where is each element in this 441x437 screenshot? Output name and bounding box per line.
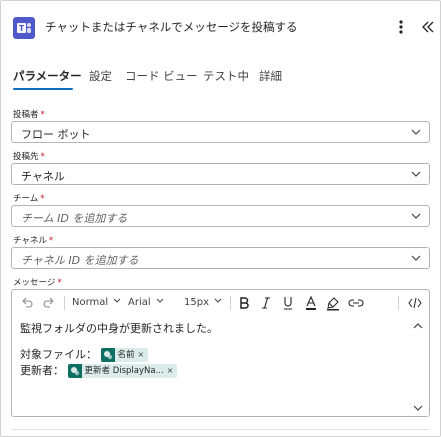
chevron-down-icon bbox=[411, 255, 421, 261]
tab-settings[interactable]: 設定 bbox=[89, 68, 112, 84]
scroll-up-icon[interactable] bbox=[413, 322, 423, 330]
code-view-toggle-button[interactable] bbox=[408, 294, 422, 312]
double-chevron-left-icon bbox=[422, 21, 434, 33]
divider bbox=[11, 429, 430, 430]
more-vertical-icon bbox=[399, 20, 403, 34]
tab-about[interactable]: 詳細 bbox=[259, 68, 282, 84]
dynamic-content-token-name[interactable]: 名前 × bbox=[100, 348, 149, 362]
team-placeholder: チーム ID を追加する bbox=[21, 212, 128, 225]
message-line-3: 更新者： 更新者 DisplayNa... × bbox=[20, 362, 178, 378]
collapse-panel-button[interactable] bbox=[419, 15, 437, 39]
tab-bar: パラメーター 設定 コード ビュー テスト中 詳細 bbox=[13, 65, 433, 91]
panel-header: T チャットまたはチャネルでメッセージを投稿する bbox=[1, 1, 440, 53]
chevron-down-icon bbox=[113, 298, 121, 303]
toolbar-divider bbox=[230, 296, 231, 310]
message-label: メッセージ * bbox=[13, 278, 62, 288]
link-icon bbox=[348, 299, 364, 307]
sharepoint-icon bbox=[67, 364, 82, 378]
page-title: チャットまたはチャネルでメッセージを投稿する bbox=[45, 20, 298, 34]
post-in-value: チャネル bbox=[21, 170, 65, 183]
required-mark: * bbox=[40, 110, 45, 120]
editor-toolbar: Normal Arial 15px bbox=[12, 290, 429, 316]
toolbar-divider bbox=[398, 296, 399, 310]
post-in-label: 投稿先 * bbox=[13, 152, 45, 162]
insert-link-button[interactable] bbox=[348, 294, 364, 312]
post-in-dropdown[interactable]: チャネル bbox=[11, 163, 430, 185]
required-mark: * bbox=[57, 278, 62, 288]
channel-label: チャネル * bbox=[13, 236, 54, 246]
teams-app-icon: T bbox=[13, 17, 35, 39]
italic-icon bbox=[262, 297, 270, 309]
font-size-dropdown[interactable]: 15px bbox=[184, 297, 224, 315]
toolbar-divider bbox=[64, 296, 65, 310]
tab-testing[interactable]: テスト中 bbox=[203, 68, 249, 84]
highlight-button[interactable] bbox=[326, 294, 340, 312]
tab-code-view[interactable]: コード ビュー bbox=[125, 68, 198, 84]
font-size-value: 15px bbox=[184, 297, 209, 308]
font-family-value: Arial bbox=[128, 297, 151, 308]
team-dropdown[interactable]: チーム ID を追加する bbox=[11, 205, 430, 227]
code-icon bbox=[408, 297, 422, 309]
tab-parameters[interactable]: パラメーター bbox=[13, 68, 82, 84]
redo-button[interactable] bbox=[42, 294, 56, 312]
message-line-2: 対象ファイル： 名前 × bbox=[20, 346, 149, 362]
channel-placeholder: チャネル ID を追加する bbox=[21, 254, 139, 267]
channel-dropdown[interactable]: チャネル ID を追加する bbox=[11, 247, 430, 269]
undo-icon bbox=[22, 297, 33, 308]
font-style-value: Normal bbox=[72, 297, 109, 308]
required-mark: * bbox=[40, 152, 45, 162]
font-color-icon bbox=[306, 295, 316, 310]
message-line-3-text: 更新者： bbox=[20, 364, 64, 377]
italic-button[interactable] bbox=[260, 294, 272, 312]
font-style-dropdown[interactable]: Normal bbox=[72, 297, 123, 315]
team-label: チーム * bbox=[13, 194, 45, 204]
chevron-down-icon bbox=[214, 298, 222, 303]
message-line-1: 監視フォルダの中身が更新されました。 bbox=[20, 322, 218, 335]
font-color-button[interactable] bbox=[304, 294, 318, 312]
scroll-down-icon[interactable] bbox=[413, 404, 423, 412]
active-tab-indicator bbox=[13, 88, 73, 90]
underline-icon bbox=[284, 297, 292, 310]
bold-icon bbox=[240, 297, 249, 309]
post-as-dropdown[interactable]: フロー ボット bbox=[11, 121, 430, 143]
chevron-down-icon bbox=[411, 129, 421, 135]
message-editor[interactable]: Normal Arial 15px 監視フォルダの中身が更新されました。 対象フ… bbox=[11, 289, 430, 417]
undo-button[interactable] bbox=[20, 294, 34, 312]
highlight-icon bbox=[327, 297, 339, 311]
required-mark: * bbox=[40, 194, 45, 204]
token-label: 名前 bbox=[117, 350, 135, 360]
sharepoint-icon bbox=[100, 348, 115, 362]
token-label: 更新者 DisplayNa... bbox=[84, 366, 164, 376]
chevron-down-icon bbox=[411, 171, 421, 177]
chevron-down-icon bbox=[156, 298, 163, 303]
message-line-2-text: 対象ファイル： bbox=[20, 348, 97, 361]
token-remove-icon[interactable]: × bbox=[167, 366, 174, 375]
post-as-label: 投稿者 * bbox=[13, 110, 45, 120]
more-options-button[interactable] bbox=[393, 15, 409, 39]
post-as-value: フロー ボット bbox=[21, 128, 91, 141]
font-family-dropdown[interactable]: Arial bbox=[128, 297, 166, 315]
bold-button[interactable] bbox=[238, 294, 250, 312]
action-panel: T チャットまたはチャネルでメッセージを投稿する パラメーター 設定 コード ビ… bbox=[0, 0, 441, 437]
svg-text:T: T bbox=[19, 24, 25, 33]
redo-icon bbox=[43, 297, 54, 308]
chevron-down-icon bbox=[411, 213, 421, 219]
required-mark: * bbox=[48, 236, 54, 246]
dynamic-content-token-modified-by[interactable]: 更新者 DisplayNa... × bbox=[67, 364, 178, 378]
underline-button[interactable] bbox=[282, 294, 294, 312]
token-remove-icon[interactable]: × bbox=[138, 350, 145, 359]
